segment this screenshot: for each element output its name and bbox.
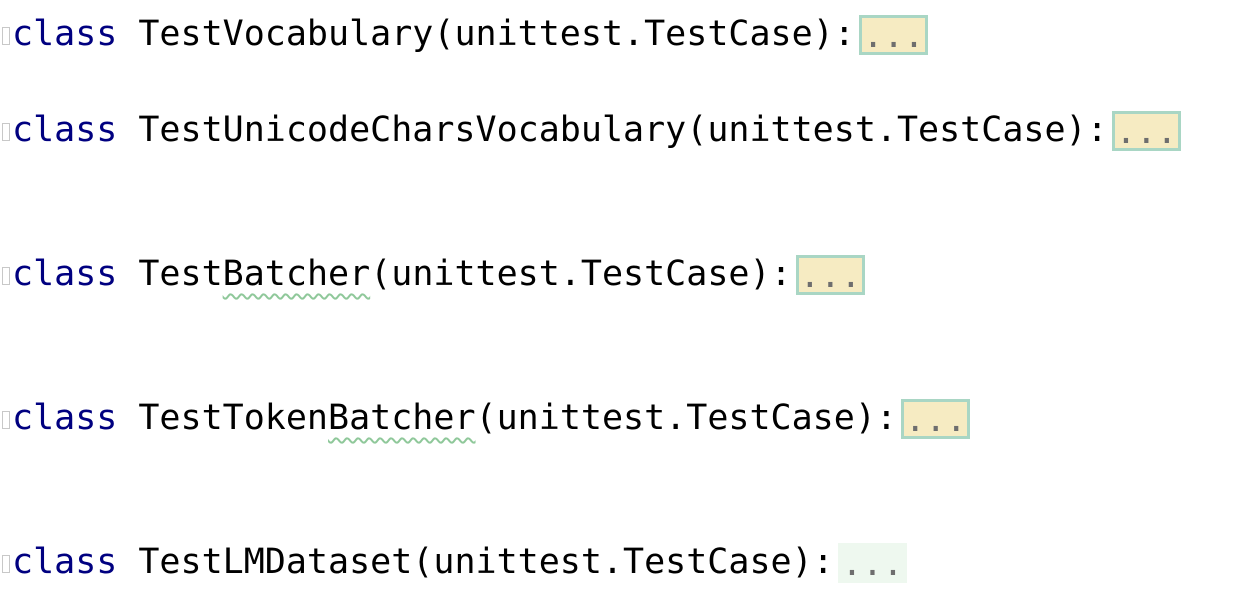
class-keyword: class (12, 398, 118, 438)
class-keyword: class (12, 542, 118, 582)
close-paren-colon: ): (749, 254, 792, 294)
class-name: TestLMDataset (138, 542, 413, 582)
close-paren-colon: ): (791, 542, 834, 582)
code-line-class-test-lm-dataset[interactable]: class TestLMDataset(unittest.TestCase):..… (0, 534, 908, 590)
fold-gutter-icon[interactable] (2, 123, 10, 141)
base-class: unittest.TestCase (707, 110, 1066, 150)
fold-gutter-icon[interactable] (2, 267, 10, 285)
class-keyword: class (12, 254, 118, 294)
code-line-class-test-vocabulary[interactable]: class TestVocabulary(unittest.TestCase):.… (0, 6, 929, 62)
folded-code-block[interactable]: ... (795, 255, 866, 295)
class-name-prefix: Test (138, 254, 223, 294)
code-line-class-test-batcher[interactable]: class Test Batcher(unittest.TestCase):... (0, 246, 866, 302)
class-name-misspelled-word[interactable]: Batcher (223, 246, 371, 302)
open-paren: ( (370, 254, 392, 294)
code-editor[interactable]: class TestVocabulary(unittest.TestCase):.… (0, 0, 1260, 604)
fold-gutter-icon[interactable] (2, 555, 10, 573)
base-class: unittest.TestCase (433, 542, 792, 582)
folded-code-block[interactable]: ... (1111, 111, 1182, 151)
class-keyword: class (12, 14, 118, 54)
class-name: TestUnicodeCharsVocabulary (138, 110, 687, 150)
class-keyword: class (12, 110, 118, 150)
open-paren: ( (412, 542, 434, 582)
base-class: unittest.TestCase (391, 254, 750, 294)
code-line-class-test-unicode-chars-vocabulary[interactable]: class TestUnicodeCharsVocabulary(unittest… (0, 102, 1182, 158)
open-paren: ( (433, 14, 455, 54)
class-name-prefix: TestToken (138, 398, 329, 438)
fold-gutter-icon[interactable] (2, 27, 10, 45)
folded-code-block[interactable]: ... (901, 399, 971, 439)
close-paren-colon: ): (812, 14, 855, 54)
base-class: unittest.TestCase (496, 398, 855, 438)
close-paren-colon: ): (1065, 110, 1108, 150)
open-paren: ( (475, 398, 497, 438)
close-paren-colon: ): (854, 398, 897, 438)
base-class: unittest.TestCase (454, 14, 813, 54)
folded-code-block[interactable]: ... (858, 15, 929, 55)
class-name-misspelled-word[interactable]: Batcher (328, 390, 476, 446)
folded-code-block[interactable]: ... (837, 543, 908, 583)
open-paren: ( (686, 110, 708, 150)
fold-gutter-icon[interactable] (2, 411, 10, 429)
class-name: TestVocabulary (138, 14, 434, 54)
code-line-class-test-token-batcher[interactable]: class TestToken Batcher(unittest.TestCase)… (0, 390, 971, 446)
